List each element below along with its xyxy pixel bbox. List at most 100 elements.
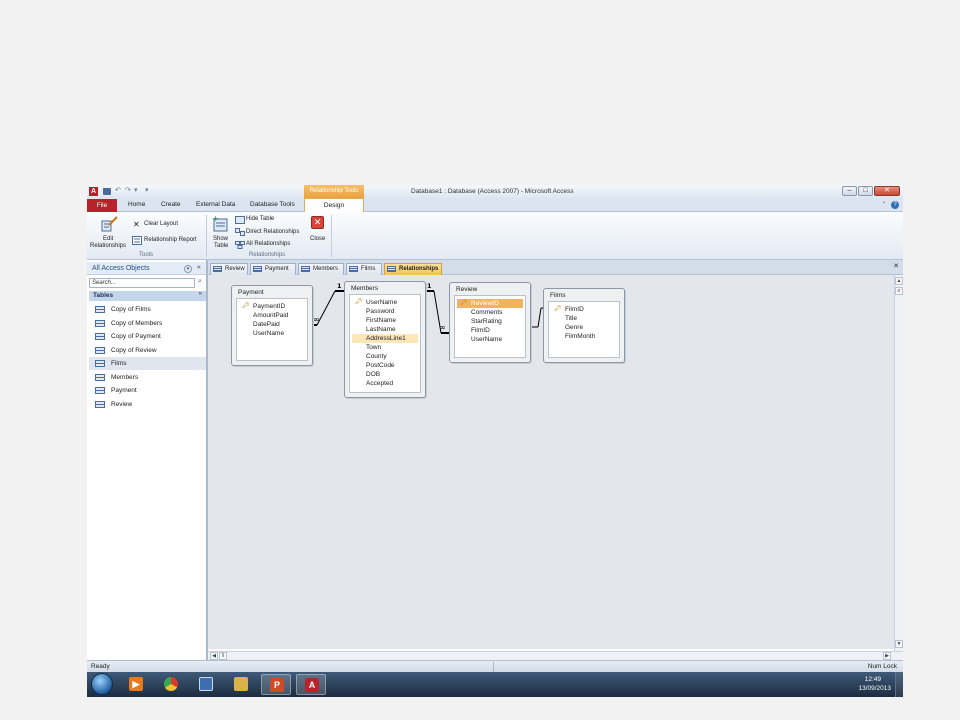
doc-tab-films[interactable]: Films bbox=[346, 263, 382, 275]
field-label: LastName bbox=[366, 326, 396, 333]
taskbar-file-explorer[interactable] bbox=[226, 674, 256, 695]
save-icon[interactable] bbox=[103, 188, 111, 195]
taskbar-powerpoint[interactable]: P bbox=[261, 674, 291, 695]
doc-tab-relationships[interactable]: Relationships bbox=[384, 263, 442, 275]
group-separator bbox=[206, 215, 207, 257]
nav-item-payment[interactable]: Payment bbox=[89, 384, 206, 397]
field-filmid[interactable]: 🔑︎ FilmID bbox=[551, 305, 617, 314]
hscroll-thumb[interactable]: ‖ bbox=[219, 652, 227, 660]
nav-group-label: Tables bbox=[93, 292, 114, 299]
field-label: UserName bbox=[253, 330, 285, 337]
window-title: Database1 : Database (Access 2007) - Mic… bbox=[411, 188, 574, 195]
nav-group-tables[interactable]: Tables » bbox=[89, 291, 206, 301]
doc-tab-label: Payment bbox=[265, 266, 289, 272]
nav-item-copy-of-films[interactable]: Copy of Films bbox=[89, 303, 206, 316]
field-filmid[interactable]: FilmID bbox=[457, 326, 523, 335]
field-paymentid[interactable]: 🔑︎ PaymentID bbox=[239, 302, 305, 311]
undo-icon[interactable]: ↶ bbox=[115, 186, 121, 194]
primary-key-icon: 🔑︎ bbox=[460, 300, 468, 306]
maximize-button[interactable]: □ bbox=[858, 186, 873, 196]
scroll-left-icon[interactable]: ◀ bbox=[210, 652, 218, 660]
tab-home[interactable]: Home bbox=[128, 201, 145, 208]
nav-header[interactable]: All Access Objects ▾ « bbox=[87, 262, 206, 275]
field-username[interactable]: 🔑︎ UserName bbox=[352, 298, 418, 307]
field-filmmonth[interactable]: FilmMonth bbox=[551, 332, 617, 341]
table-films[interactable]: Films 🔑︎ FilmID Title Genre FilmMonth bbox=[543, 288, 625, 363]
clock-time[interactable]: 12:49 bbox=[865, 676, 881, 683]
doc-tab-members[interactable]: Members bbox=[298, 263, 344, 275]
field-comments[interactable]: Comments bbox=[457, 308, 523, 317]
field-town[interactable]: Town bbox=[352, 343, 418, 352]
group-separator bbox=[331, 215, 332, 257]
field-password[interactable]: Password bbox=[352, 307, 418, 316]
taskbar-access[interactable]: A bbox=[296, 674, 326, 695]
field-username[interactable]: UserName bbox=[239, 329, 305, 338]
field-label: PaymentID bbox=[253, 303, 286, 310]
field-reviewid[interactable]: 🔑︎ ReviewID bbox=[457, 299, 523, 308]
access-app-icon[interactable]: A bbox=[89, 187, 98, 196]
field-addressline1[interactable]: AddressLine1 bbox=[352, 334, 418, 343]
close-document-icon[interactable]: ✕ bbox=[893, 262, 899, 270]
search-icon[interactable]: ⌕ bbox=[195, 278, 205, 288]
relationships-icon bbox=[387, 266, 396, 272]
nav-item-copy-of-review[interactable]: Copy of Review bbox=[89, 344, 206, 357]
field-genre[interactable]: Genre bbox=[551, 323, 617, 332]
tab-database-tools[interactable]: Database Tools bbox=[250, 201, 295, 208]
taskbar-remote-desktop[interactable] bbox=[191, 674, 221, 695]
table-members[interactable]: Members 🔑︎ UserName Password FirstName La… bbox=[344, 281, 426, 398]
field-county[interactable]: County bbox=[352, 352, 418, 361]
table-icon bbox=[95, 347, 105, 354]
close-window-button[interactable]: ✕ bbox=[874, 186, 900, 196]
horizontal-scrollbar[interactable]: ◀ ‖ ▶ bbox=[208, 651, 903, 660]
clock-date[interactable]: 13/09/2013 bbox=[858, 685, 891, 692]
vertical-scrollbar[interactable]: ▲ ≡ ▼ bbox=[894, 275, 903, 651]
taskbar-media-player[interactable]: ▶ bbox=[121, 674, 151, 695]
qat-dropdown-icon[interactable]: ▾ bbox=[145, 186, 149, 194]
tab-design[interactable]: Design bbox=[304, 198, 364, 213]
field-dob[interactable]: DOB bbox=[352, 370, 418, 379]
tab-file[interactable]: File bbox=[87, 199, 117, 212]
field-username[interactable]: UserName bbox=[457, 335, 523, 344]
minimize-ribbon-icon[interactable]: ⌃ bbox=[880, 201, 888, 209]
table-payment[interactable]: Payment 🔑︎ PaymentID AmountPaid DatePaid … bbox=[231, 285, 313, 366]
nav-menu-dropdown-icon[interactable]: ▾ bbox=[184, 265, 192, 273]
all-relationships-label: All Relationships bbox=[246, 241, 291, 247]
doc-tab-review[interactable]: Review bbox=[210, 263, 248, 275]
doc-tab-payment[interactable]: Payment bbox=[250, 263, 296, 275]
table-icon bbox=[95, 401, 105, 408]
field-lastname[interactable]: LastName bbox=[352, 325, 418, 334]
scroll-down-icon[interactable]: ▼ bbox=[895, 640, 903, 648]
customize-qat-icon[interactable]: ▾ bbox=[134, 186, 138, 194]
tab-external-data[interactable]: External Data bbox=[196, 201, 235, 208]
nav-item-copy-of-members[interactable]: Copy of Members bbox=[89, 317, 206, 330]
nav-item-members[interactable]: Members bbox=[89, 371, 206, 384]
shutter-bar-close-icon[interactable]: « bbox=[195, 264, 203, 273]
scroll-thumb[interactable]: ≡ bbox=[895, 287, 903, 295]
start-button[interactable] bbox=[91, 673, 113, 695]
field-postcode[interactable]: PostCode bbox=[352, 361, 418, 370]
table-icon bbox=[349, 266, 358, 272]
taskbar-chrome[interactable] bbox=[156, 674, 186, 695]
nav-search-input[interactable]: Search... bbox=[89, 278, 195, 288]
nav-title: All Access Objects bbox=[92, 265, 150, 272]
field-label: FirstName bbox=[366, 317, 396, 324]
scroll-up-icon[interactable]: ▲ bbox=[895, 277, 903, 285]
redo-icon[interactable]: ↷ bbox=[125, 186, 131, 194]
field-firstname[interactable]: FirstName bbox=[352, 316, 418, 325]
scroll-right-icon[interactable]: ▶ bbox=[883, 652, 891, 660]
table-review[interactable]: Review 🔑︎ ReviewID Comments StarRating Fi… bbox=[449, 282, 531, 363]
field-starrating[interactable]: StarRating bbox=[457, 317, 523, 326]
help-icon[interactable]: ? bbox=[891, 201, 899, 209]
field-datepaid[interactable]: DatePaid bbox=[239, 320, 305, 329]
relationships-canvas[interactable]: ∞ 1 1 ∞ Payment 🔑︎PaymentID AmountPaid bbox=[208, 275, 894, 649]
field-amountpaid[interactable]: AmountPaid bbox=[239, 311, 305, 320]
field-title[interactable]: Title bbox=[551, 314, 617, 323]
show-table-label-1: Show bbox=[213, 236, 229, 242]
field-accepted[interactable]: Accepted bbox=[352, 379, 418, 388]
nav-item-films[interactable]: Films bbox=[89, 357, 206, 370]
show-desktop-button[interactable] bbox=[895, 672, 903, 697]
nav-item-copy-of-payment[interactable]: Copy of Payment bbox=[89, 330, 206, 343]
minimize-button[interactable]: – bbox=[842, 186, 857, 196]
nav-item-review[interactable]: Review bbox=[89, 398, 206, 411]
tab-create[interactable]: Create bbox=[161, 201, 181, 208]
